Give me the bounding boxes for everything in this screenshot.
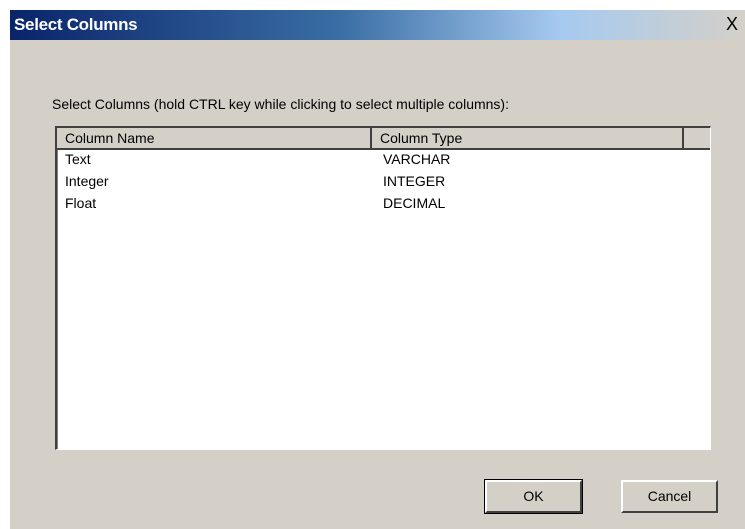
cell-column-type: DECIMAL [383, 195, 446, 211]
list-item[interactable]: Text VARCHAR [57, 150, 710, 172]
header-filler [684, 128, 710, 148]
cell-column-type: INTEGER [383, 173, 446, 189]
instruction-label: Select Columns (hold CTRL key while clic… [52, 96, 509, 112]
close-icon[interactable]: X [723, 14, 741, 34]
cell-column-name: Integer [65, 173, 109, 189]
list-item[interactable]: Integer INTEGER [57, 172, 710, 194]
list-header: Column Name Column Type [57, 128, 710, 150]
dialog-title: Select Columns [14, 15, 138, 34]
header-column-name[interactable]: Column Name [57, 128, 372, 148]
cancel-button[interactable]: Cancel [621, 480, 718, 513]
ok-button[interactable]: OK [484, 479, 583, 514]
columns-list[interactable]: Column Name Column Type Text VARCHAR Int… [55, 126, 711, 450]
list-item[interactable]: Float DECIMAL [57, 194, 710, 216]
select-columns-dialog: Select Columns X Select Columns (hold CT… [10, 10, 745, 529]
cell-column-name: Text [65, 151, 91, 167]
header-column-type[interactable]: Column Type [372, 128, 684, 148]
cell-column-type: VARCHAR [383, 151, 451, 167]
cell-column-name: Float [65, 195, 97, 211]
title-bar[interactable]: Select Columns X [10, 10, 745, 40]
